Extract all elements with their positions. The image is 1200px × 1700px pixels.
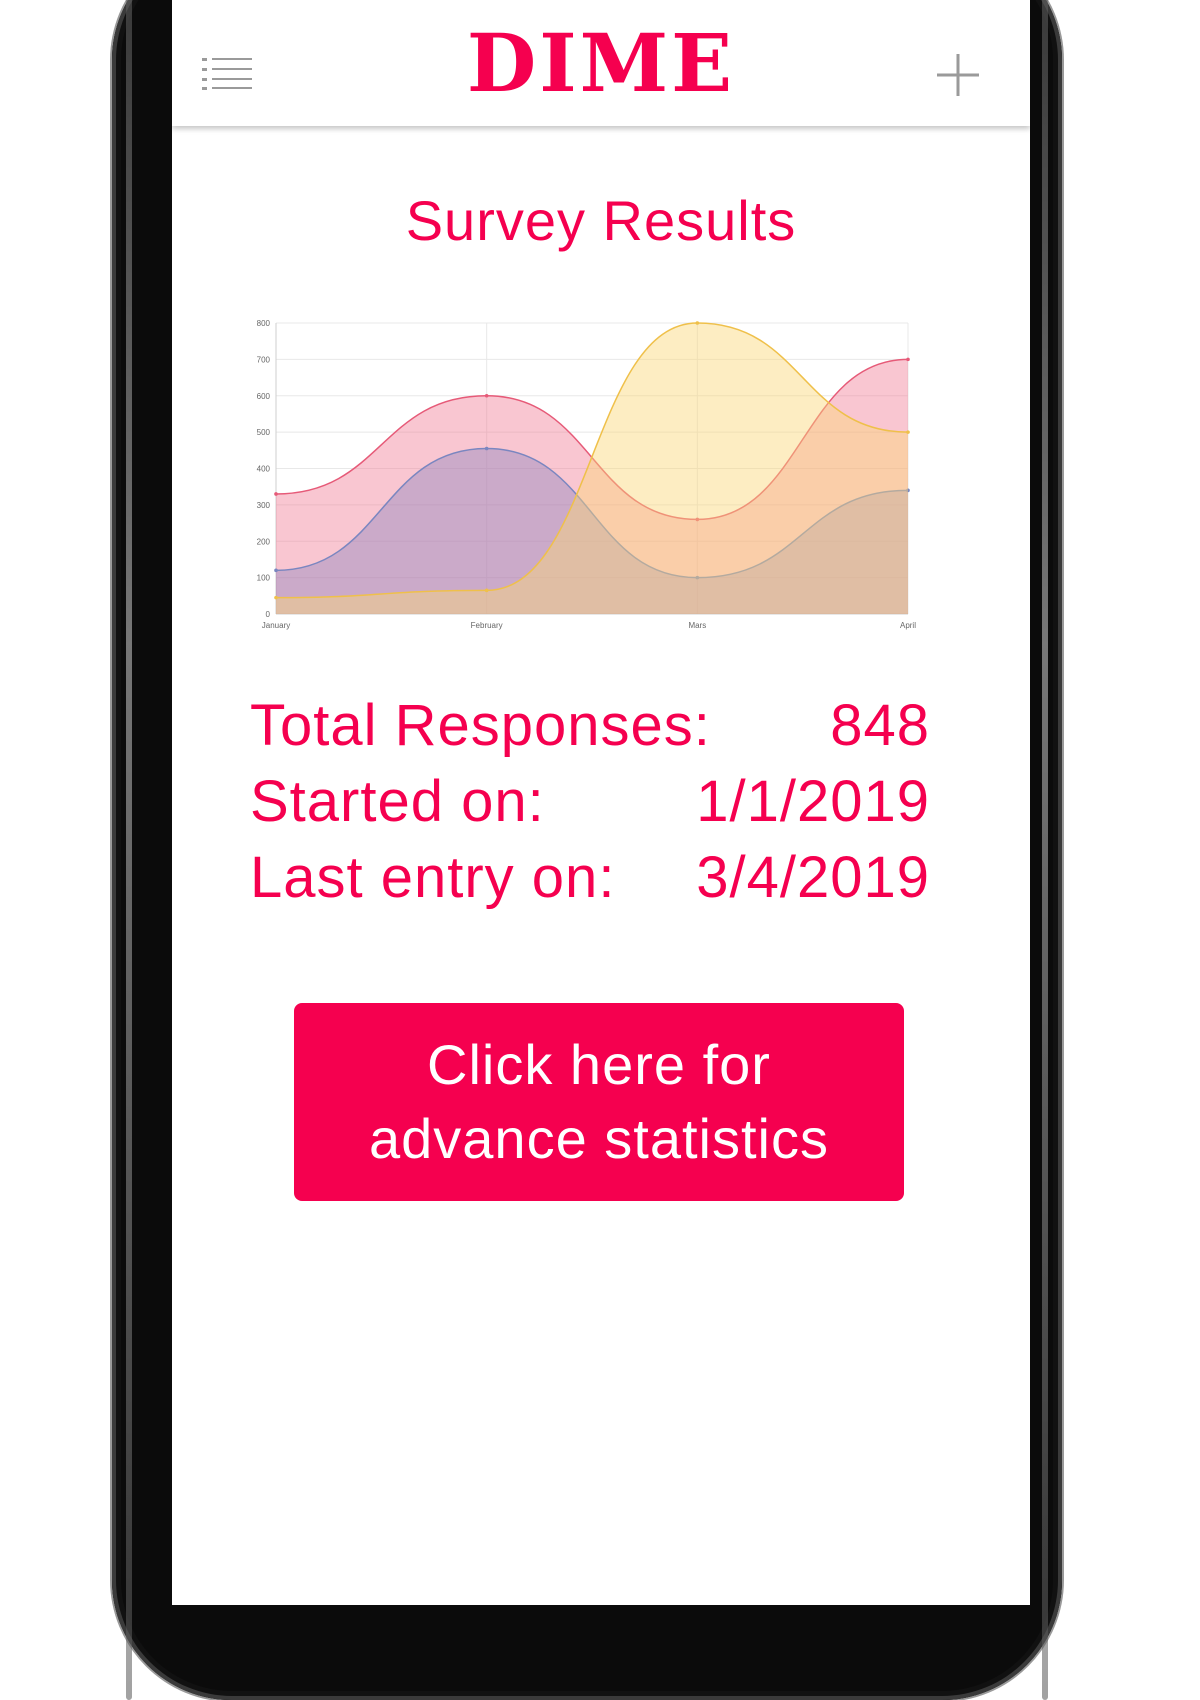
stat-label: Total Responses: [250,693,711,758]
y-tick-label: 200 [257,537,271,546]
app-screen: DIME Survey Results 0 100 200 300 400 500 600 7… [172,0,1030,1605]
y-tick-label: 400 [257,465,271,474]
y-tick-label: 300 [257,501,271,510]
page-title: Survey Results [405,189,797,252]
y-tick-label: 0 [266,610,271,619]
y-tick-label: 500 [257,428,271,437]
data-point [695,321,700,325]
data-point [484,446,489,451]
stat-value: 1/1/2019 [696,769,930,834]
stat-label: Last entry on: [250,845,616,910]
top-navigation-bar: DIME [172,0,1030,126]
y-tick-label: 800 [257,320,271,328]
data-point [274,492,278,496]
data-point [274,568,278,573]
x-tick-label: April [900,621,916,630]
brand-logo: DIME [466,16,736,110]
stat-row-started-on: Started on: 1/1/2019 [250,764,930,840]
stat-value: 3/4/2019 [696,845,930,910]
data-point [484,393,489,398]
y-tick-label: 700 [257,355,271,364]
data-point [906,357,910,362]
advance-statistics-button[interactable]: Click here for advance statistics [294,1003,904,1201]
data-point [274,595,278,600]
plus-icon[interactable] [937,54,979,96]
button-label-line2: advance statistics [369,1107,829,1170]
y-tick-label: 600 [257,392,271,401]
stat-value: 848 [830,693,930,758]
stat-row-last-entry-on: Last entry on: 3/4/2019 [250,840,930,916]
x-tick-label: January [262,621,290,630]
x-tick-label: February [471,621,503,630]
stat-label: Started on: [250,769,545,834]
survey-results-chart: 0 100 200 300 400 500 600 700 800 January February… [257,320,917,630]
button-label-line1: Click here for [427,1033,771,1096]
data-point [484,588,489,593]
survey-stats: Total Responses: 848 Started on: 1/1/201… [250,688,930,916]
y-tick-label: 100 [257,574,271,583]
stat-row-total-responses: Total Responses: 848 [250,688,930,764]
x-tick-label: Mars [688,621,706,630]
data-point [906,430,910,434]
